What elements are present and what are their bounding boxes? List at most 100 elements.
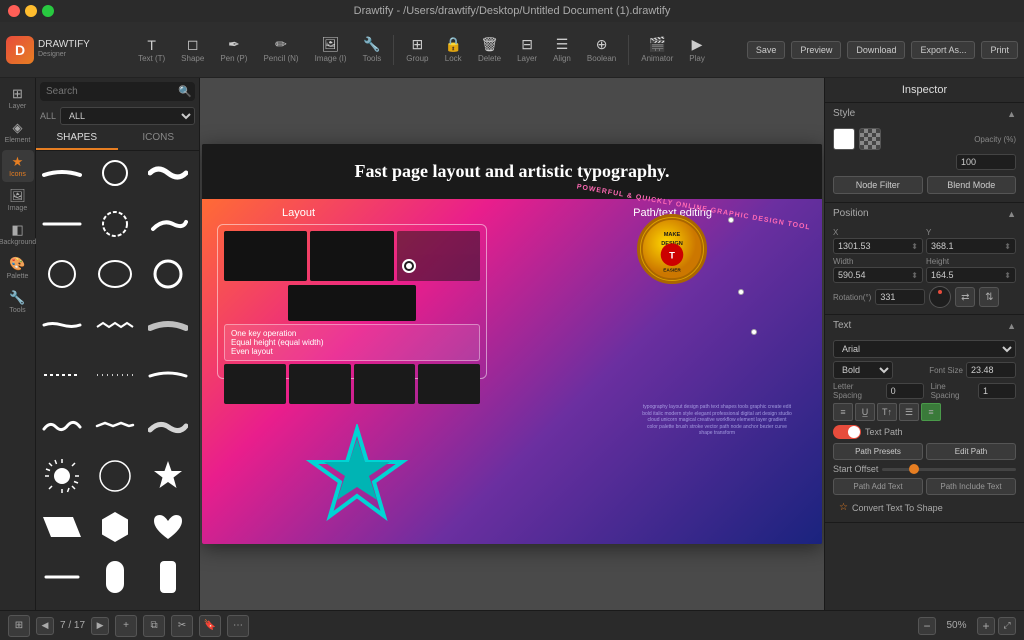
tool-boolean[interactable]: ⊕Boolean — [583, 34, 620, 65]
align-list-btn[interactable]: ☰ — [899, 403, 919, 421]
shape-item[interactable] — [146, 408, 190, 444]
flip-h-btn[interactable]: ⇄ — [955, 287, 975, 307]
tool-delete[interactable]: 🗑Delete — [474, 34, 505, 65]
shape-item[interactable] — [93, 307, 137, 343]
shape-item[interactable] — [146, 256, 190, 292]
shape-item[interactable] — [93, 155, 137, 191]
tool-pen[interactable]: ✒Pen (P) — [216, 34, 251, 65]
tool-image[interactable]: 🖼Image (I) — [311, 34, 351, 65]
tab-palette[interactable]: 🎨 Palette — [2, 252, 34, 284]
tool-align[interactable]: ☰Align — [549, 34, 575, 65]
shape-item-parallelogram[interactable] — [40, 509, 84, 545]
text-header[interactable]: Text ▲ — [825, 315, 1024, 336]
shape-item-heart[interactable] — [146, 509, 190, 545]
tab-tools[interactable]: 🔧 Tools — [2, 286, 34, 318]
shape-item[interactable] — [40, 155, 84, 191]
add-page-btn[interactable]: + — [115, 615, 137, 637]
filter-dropdown[interactable]: ALL — [60, 107, 195, 125]
stroke-color-swatch[interactable] — [859, 128, 881, 150]
path-presets-btn[interactable]: Path Presets — [833, 443, 923, 460]
shape-item[interactable] — [146, 155, 190, 191]
control-point[interactable] — [751, 329, 757, 335]
shape-item[interactable] — [40, 307, 84, 343]
font-style-select[interactable]: Bold — [833, 361, 893, 379]
tool-group[interactable]: ⊞Group — [402, 34, 432, 65]
fit-btn[interactable]: ⤢ — [998, 617, 1016, 635]
shape-item[interactable] — [93, 357, 137, 393]
preview-button[interactable]: Preview — [791, 41, 841, 59]
tool-tools[interactable]: 🔧Tools — [359, 34, 386, 65]
shape-item[interactable] — [93, 206, 137, 242]
tab-icons[interactable]: ICONS — [118, 127, 200, 150]
align-right-btn[interactable]: ≡ — [921, 403, 941, 421]
maximize-button[interactable] — [42, 5, 54, 17]
fill-color-swatch[interactable] — [833, 128, 855, 150]
shape-item-sunburst[interactable] — [40, 458, 84, 494]
tab-background[interactable]: ◧ Background — [2, 218, 34, 250]
x-input[interactable]: 1301.53 ⬍ — [833, 238, 923, 254]
close-button[interactable] — [8, 5, 20, 17]
shape-item[interactable] — [146, 307, 190, 343]
convert-text-btn[interactable]: ☆ Convert Text To Shape — [833, 499, 1016, 516]
control-point[interactable] — [728, 217, 734, 223]
print-button[interactable]: Print — [981, 41, 1018, 59]
path-add-text-btn[interactable]: Path Add Text — [833, 478, 923, 495]
shape-item[interactable] — [146, 357, 190, 393]
shape-item-dash[interactable] — [40, 559, 84, 595]
tool-shape[interactable]: ◻Shape — [177, 34, 208, 65]
rotation-handle[interactable] — [402, 259, 416, 273]
minimize-button[interactable] — [25, 5, 37, 17]
height-input[interactable]: 164.5 ⬍ — [926, 267, 1016, 283]
bookmark-btn[interactable]: 🔖 — [199, 615, 221, 637]
zoom-in-btn[interactable]: + — [977, 617, 995, 635]
style-header[interactable]: Style ▲ — [825, 103, 1024, 124]
more-btn[interactable]: ⋯ — [227, 615, 249, 637]
shape-item[interactable] — [93, 408, 137, 444]
width-input[interactable]: 590.54 ⬍ — [833, 267, 923, 283]
shape-item[interactable] — [40, 256, 84, 292]
flip-v-btn[interactable]: ⇅ — [979, 287, 999, 307]
zoom-out-btn[interactable]: − — [918, 617, 936, 635]
save-button[interactable]: Save — [747, 41, 786, 59]
download-button[interactable]: Download — [847, 41, 905, 59]
tab-icons[interactable]: ★ Icons — [2, 150, 34, 182]
node-filter-btn[interactable]: Node Filter — [833, 176, 923, 194]
font-select[interactable]: Arial — [833, 340, 1016, 358]
tool-animator[interactable]: 🎬Animator — [637, 34, 677, 65]
shape-item-star[interactable] — [146, 458, 190, 494]
canvas-inner[interactable]: Fast page layout and artistic typography… — [200, 78, 824, 610]
path-include-text-btn[interactable]: Path Include Text — [926, 478, 1016, 495]
y-input[interactable]: 368.1 ⬍ — [926, 238, 1016, 254]
opacity-input[interactable]: 100 — [956, 154, 1016, 170]
rotation-input[interactable] — [875, 289, 925, 305]
shape-item-hexagon[interactable] — [93, 509, 137, 545]
tab-image[interactable]: 🖼 Image — [2, 184, 34, 216]
shape-item[interactable] — [93, 256, 137, 292]
tool-layer[interactable]: ⊟Layer — [513, 34, 541, 65]
edit-path-btn[interactable]: Edit Path — [926, 443, 1016, 460]
rotation-dial[interactable] — [929, 286, 951, 308]
tool-play[interactable]: ▶Play — [685, 34, 709, 65]
letter-spacing-input[interactable] — [886, 383, 924, 399]
tool-text[interactable]: TText (T) — [134, 35, 169, 65]
copy-page-btn[interactable]: ⧉ — [143, 615, 165, 637]
underline-btn[interactable]: U̲ — [855, 403, 875, 421]
shape-item-pill[interactable] — [93, 559, 137, 595]
tab-element[interactable]: ◈ Element — [2, 116, 34, 148]
tool-pencil[interactable]: ✏Pencil (N) — [259, 34, 302, 65]
grid-view-btn[interactable]: ⊞ — [8, 615, 30, 637]
font-size-input[interactable] — [966, 362, 1016, 378]
tab-layer[interactable]: ⊞ Layer — [2, 82, 34, 114]
tab-shapes[interactable]: SHAPES — [36, 127, 118, 150]
align-left-btn[interactable]: ≡ — [833, 403, 853, 421]
tool-lock[interactable]: 🔒Lock — [441, 34, 466, 65]
search-input[interactable] — [46, 86, 178, 97]
shape-item[interactable] — [40, 408, 84, 444]
start-offset-slider[interactable] — [882, 468, 1016, 471]
export-button[interactable]: Export As... — [911, 41, 975, 59]
shape-item[interactable] — [40, 357, 84, 393]
control-point[interactable] — [738, 289, 744, 295]
blend-mode-btn[interactable]: Blend Mode — [927, 176, 1017, 194]
line-spacing-input[interactable] — [978, 383, 1016, 399]
shape-item[interactable] — [146, 206, 190, 242]
